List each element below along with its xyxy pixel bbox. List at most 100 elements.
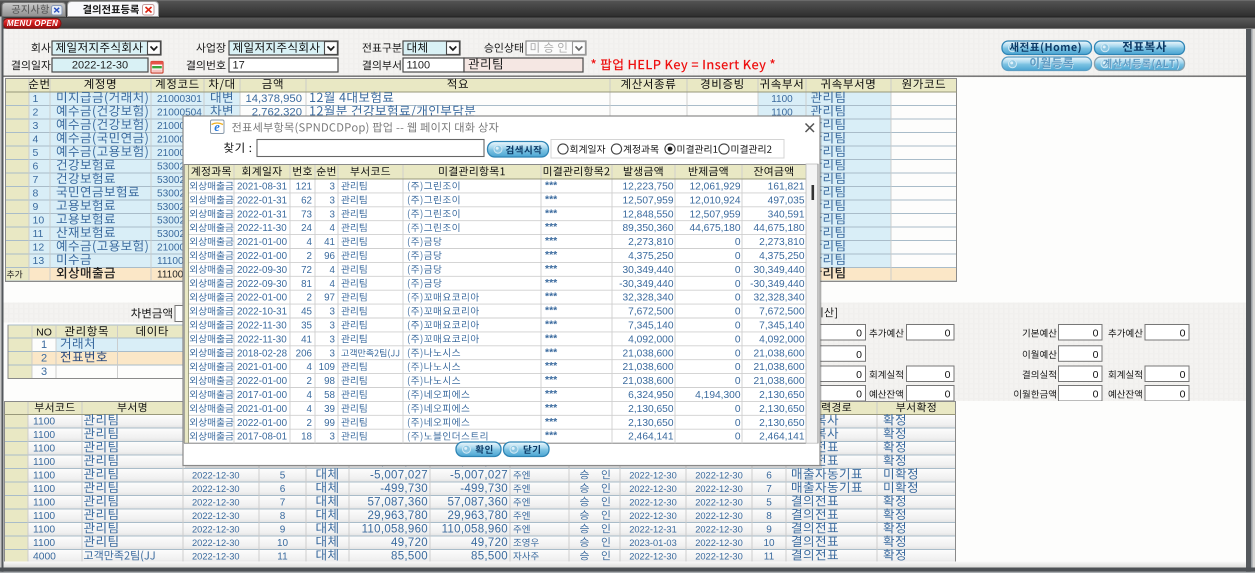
svg-text:1: 1 bbox=[41, 339, 47, 351]
svg-text:6,324,950: 6,324,950 bbox=[628, 390, 674, 401]
svg-text:24: 24 bbox=[301, 223, 312, 234]
svg-text:4: 4 bbox=[307, 362, 313, 373]
svg-text:2022-12-30: 2022-12-30 bbox=[192, 484, 240, 494]
svg-text:1100: 1100 bbox=[33, 417, 55, 428]
svg-text:0: 0 bbox=[856, 349, 862, 361]
svg-text:10: 10 bbox=[763, 538, 775, 549]
svg-text:110,058,960: 110,058,960 bbox=[362, 524, 428, 536]
svg-text:11: 11 bbox=[33, 228, 44, 240]
svg-text:2022-12-30: 2022-12-30 bbox=[192, 471, 240, 481]
svg-text:2017-08-01: 2017-08-01 bbox=[237, 432, 287, 443]
svg-text:-30,349,440: -30,349,440 bbox=[619, 279, 674, 290]
svg-text:6: 6 bbox=[280, 484, 286, 495]
svg-text:2,130,650: 2,130,650 bbox=[628, 418, 674, 429]
svg-text:58: 58 bbox=[324, 390, 335, 401]
svg-text:121: 121 bbox=[296, 182, 312, 193]
svg-text:0: 0 bbox=[735, 432, 741, 443]
svg-text:12,507,959: 12,507,959 bbox=[690, 209, 741, 220]
svg-text:45: 45 bbox=[301, 307, 312, 318]
svg-text:0: 0 bbox=[735, 293, 741, 304]
svg-text:-499,730: -499,730 bbox=[460, 483, 508, 495]
svg-text:1100: 1100 bbox=[407, 60, 431, 72]
svg-text:21000301: 21000301 bbox=[157, 94, 202, 105]
svg-text:2023-01-03: 2023-01-03 bbox=[629, 538, 677, 548]
svg-text:2022-12-30: 2022-12-30 bbox=[695, 525, 743, 535]
svg-text:0: 0 bbox=[856, 328, 862, 340]
svg-text:7: 7 bbox=[33, 174, 39, 186]
svg-text:0: 0 bbox=[1093, 369, 1099, 381]
svg-text:2: 2 bbox=[307, 376, 312, 387]
svg-text:2021-01-00: 2021-01-00 bbox=[237, 362, 288, 373]
svg-text:12: 12 bbox=[33, 242, 45, 254]
svg-text:2021-01-00: 2021-01-00 bbox=[237, 404, 288, 415]
svg-text:49,720: 49,720 bbox=[391, 537, 428, 549]
svg-text:0: 0 bbox=[1180, 328, 1186, 340]
svg-text:3: 3 bbox=[330, 307, 336, 318]
svg-text:0: 0 bbox=[735, 404, 741, 415]
svg-text:2022-11-30: 2022-11-30 bbox=[237, 223, 287, 234]
svg-text:2022-12-31: 2022-12-31 bbox=[629, 525, 677, 535]
svg-text:2022-12-30: 2022-12-30 bbox=[695, 498, 743, 508]
svg-text:2022-12-30: 2022-12-30 bbox=[192, 498, 240, 508]
svg-text:85,500: 85,500 bbox=[471, 551, 508, 563]
svg-text:2022-11-30: 2022-11-30 bbox=[237, 334, 287, 345]
svg-text:73: 73 bbox=[301, 209, 312, 220]
svg-text:***: *** bbox=[545, 402, 558, 414]
svg-text:2,464,141: 2,464,141 bbox=[628, 432, 674, 443]
svg-text:MENU OPEN: MENU OPEN bbox=[7, 19, 58, 28]
svg-text:99: 99 bbox=[324, 418, 335, 429]
svg-text:2022-12-30: 2022-12-30 bbox=[192, 552, 240, 562]
svg-text:e: e bbox=[214, 120, 220, 134]
svg-text:44,675,180: 44,675,180 bbox=[690, 223, 741, 234]
svg-text:5: 5 bbox=[33, 147, 39, 159]
svg-text:-30,349,440: -30,349,440 bbox=[750, 279, 805, 290]
svg-text:***: *** bbox=[545, 360, 558, 372]
svg-text:109: 109 bbox=[319, 362, 335, 373]
svg-text:***: *** bbox=[545, 346, 558, 358]
svg-text:2017-01-00: 2017-01-00 bbox=[237, 390, 288, 401]
svg-text:29,963,780: 29,963,780 bbox=[447, 510, 508, 522]
svg-text:4,375,250: 4,375,250 bbox=[628, 251, 674, 262]
svg-text:4: 4 bbox=[330, 279, 336, 290]
svg-text:0: 0 bbox=[735, 237, 741, 248]
svg-text:17: 17 bbox=[233, 60, 245, 72]
svg-text:2022-11-30: 2022-11-30 bbox=[237, 321, 287, 332]
svg-text:0: 0 bbox=[735, 418, 741, 429]
svg-text:0: 0 bbox=[735, 265, 741, 276]
svg-text:62: 62 bbox=[301, 195, 312, 206]
svg-text:3: 3 bbox=[330, 334, 336, 345]
svg-text:6: 6 bbox=[33, 161, 39, 173]
svg-text:1100: 1100 bbox=[33, 471, 55, 482]
svg-text:7,345,140: 7,345,140 bbox=[759, 321, 805, 332]
svg-text:2: 2 bbox=[307, 418, 312, 429]
svg-text:12,223,750: 12,223,750 bbox=[623, 182, 674, 193]
svg-text:9: 9 bbox=[33, 201, 39, 213]
svg-text:2022-12-30: 2022-12-30 bbox=[192, 525, 240, 535]
svg-text:2021-08-31: 2021-08-31 bbox=[237, 182, 287, 193]
svg-text:2022-12-30: 2022-12-30 bbox=[629, 498, 677, 508]
svg-text:8: 8 bbox=[766, 511, 772, 522]
svg-text:2022-12-30: 2022-12-30 bbox=[72, 60, 128, 72]
svg-text:3: 3 bbox=[330, 348, 336, 359]
svg-text:2022-12-30: 2022-12-30 bbox=[192, 538, 240, 548]
svg-text:4: 4 bbox=[307, 390, 313, 401]
svg-text:12,010,924: 12,010,924 bbox=[690, 195, 741, 206]
svg-text:7,672,500: 7,672,500 bbox=[759, 307, 805, 318]
svg-text:3: 3 bbox=[330, 209, 336, 220]
svg-text:110,058,960: 110,058,960 bbox=[442, 524, 508, 536]
svg-text:12,507,959: 12,507,959 bbox=[623, 195, 674, 206]
svg-text:2022-12-30: 2022-12-30 bbox=[629, 552, 677, 562]
svg-text:***: *** bbox=[545, 291, 558, 303]
svg-text:1: 1 bbox=[33, 93, 39, 105]
svg-text:***: *** bbox=[545, 430, 558, 442]
svg-text:85,500: 85,500 bbox=[391, 551, 428, 563]
svg-text:0: 0 bbox=[856, 389, 862, 401]
svg-text:9: 9 bbox=[280, 525, 286, 536]
svg-text:1100: 1100 bbox=[33, 498, 55, 509]
svg-text:***: *** bbox=[545, 235, 558, 247]
svg-text:2,130,650: 2,130,650 bbox=[759, 404, 805, 415]
svg-text:2022-12-30: 2022-12-30 bbox=[695, 484, 743, 494]
svg-text:4: 4 bbox=[307, 404, 313, 415]
svg-text:2022-12-30: 2022-12-30 bbox=[695, 471, 743, 481]
svg-text:0: 0 bbox=[735, 279, 741, 290]
